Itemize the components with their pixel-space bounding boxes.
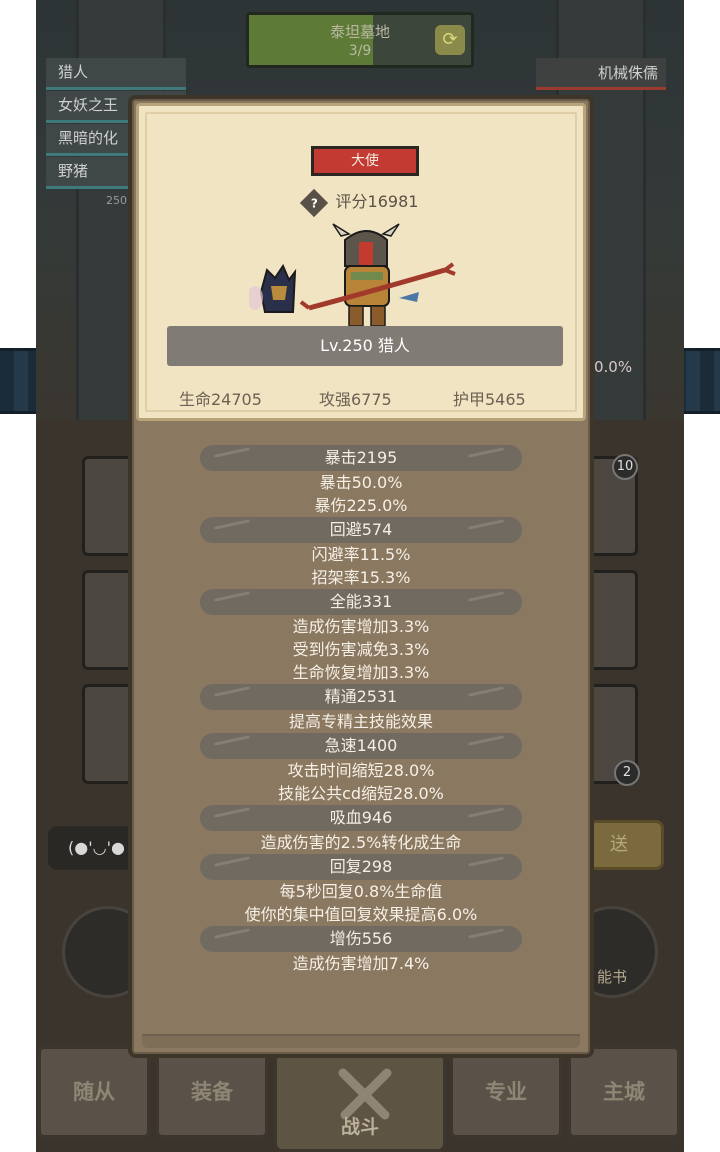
refresh-icon[interactable]: ⟳ (435, 25, 465, 55)
stat-detail-line: 使你的集中值回复效果提高6.0% (244, 905, 478, 924)
stat-group: 吸血946 造成伤害的2.5%转化成生命 (132, 805, 590, 854)
armor-stat: 护甲5465 (453, 390, 526, 409)
help-icon[interactable]: ? (299, 188, 328, 217)
stat-detail-line: 造成伤害的2.5%转化成生命 (260, 833, 462, 852)
stat-group: 急速1400 攻击时间缩短28.0% 技能公共cd缩短28.0% (132, 733, 590, 805)
stat-group: 增伤556 造成伤害增加7.4% (132, 926, 590, 975)
nav-equipment[interactable]: 装备 (156, 1046, 268, 1138)
score-row: ? 评分16981 (139, 188, 583, 217)
stat-detail-line: 提高专精主技能效果 (288, 712, 433, 731)
character-card: 大使 ? 评分16981 Lv.250 猎人 生命24705 攻强6775 护甲… (136, 103, 586, 421)
hp-number: 250 (106, 194, 127, 207)
stat-detail-line: 暴击50.0% (319, 473, 403, 492)
hunter-character-icon (332, 223, 400, 327)
stat-group-header: 精通2531 (200, 684, 522, 710)
stat-group-header: 回复298 (200, 854, 522, 880)
stat-group: 全能331 造成伤害增加3.3% 受到伤害减免3.3% 生命恢复增加3.3% (132, 589, 590, 684)
attack-stat: 攻强6775 (319, 390, 392, 409)
stat-group: 暴击2195 暴击50.0% 暴伤225.0% (132, 445, 590, 517)
stat-detail-line: 生命恢复增加3.3% (292, 663, 430, 682)
stat-detail-line: 攻击时间缩短28.0% (287, 761, 435, 780)
bottom-nav: 随从 装备 战斗 专业 主城 (36, 1046, 684, 1152)
nav-follower[interactable]: 随从 (38, 1046, 150, 1138)
stat-group-header: 吸血946 (200, 805, 522, 831)
stat-detail-line: 暴伤225.0% (314, 496, 408, 515)
stat-group-header: 急速1400 (200, 733, 522, 759)
stat-group-header: 回避574 (200, 517, 522, 543)
nav-profession[interactable]: 专业 (450, 1046, 562, 1138)
panel-bottom-trim (142, 1034, 580, 1048)
score-value: 评分16981 (335, 192, 419, 211)
percent-label: 0.0% (594, 358, 633, 376)
stat-detail-line: 闪避率11.5% (311, 545, 411, 564)
nav-battle-label: 战斗 (340, 1116, 379, 1138)
stat-group: 回复298 每5秒回复0.8%生命值使你的集中值回复效果提高6.0% (132, 854, 590, 926)
slot-count-badge: 2 (614, 760, 640, 786)
hp-stat: 生命24705 (179, 390, 262, 409)
nav-battle[interactable]: 战斗 (274, 1052, 446, 1152)
stat-group: 精通2531 提高专精主技能效果 (132, 684, 590, 733)
stat-group-header: 全能331 (200, 589, 522, 615)
pet-helmet-icon (249, 263, 297, 313)
character-detail-popup: 大使 ? 评分16981 Lv.250 猎人 生命24705 攻强6775 护甲… (128, 95, 594, 1058)
stats-list: 暴击2195 暴击50.0% 暴伤225.0% 回避574 闪避率11.5% 招架率15.… (132, 445, 590, 975)
stat-detail-line: 技能公共cd缩短28.0% (278, 784, 444, 803)
stat-detail-line: 造成伤害增加7.4% (292, 954, 430, 973)
stat-detail-line: 造成伤害增加3.3% (292, 617, 430, 636)
rank-badge: 大使 (311, 146, 419, 176)
slot-count-badge: 10 (612, 454, 638, 480)
stat-group-header: 增伤556 (200, 926, 522, 952)
stat-detail-line: 受到伤害减免3.3% (292, 640, 430, 659)
stat-detail-line: 每5秒回复0.8%生命值 (279, 882, 443, 901)
boss-label[interactable]: 机械侏儒 (536, 58, 666, 90)
nav-main-city[interactable]: 主城 (568, 1046, 680, 1138)
stat-group: 回避574 闪避率11.5% 招架率15.3% (132, 517, 590, 589)
core-stats: 生命24705 攻强6775 护甲5465 (159, 386, 563, 410)
hero-portrait (249, 223, 456, 327)
stat-detail-line: 招架率15.3% (311, 568, 411, 587)
enemy-list-item[interactable]: 猎人 (46, 58, 186, 90)
hero-name-bar: Lv.250 猎人 (167, 326, 563, 366)
stat-group-header: 暴击2195 (200, 445, 522, 471)
stage-progress[interactable]: 泰坦墓地 3/9 ⟳ (246, 12, 474, 68)
